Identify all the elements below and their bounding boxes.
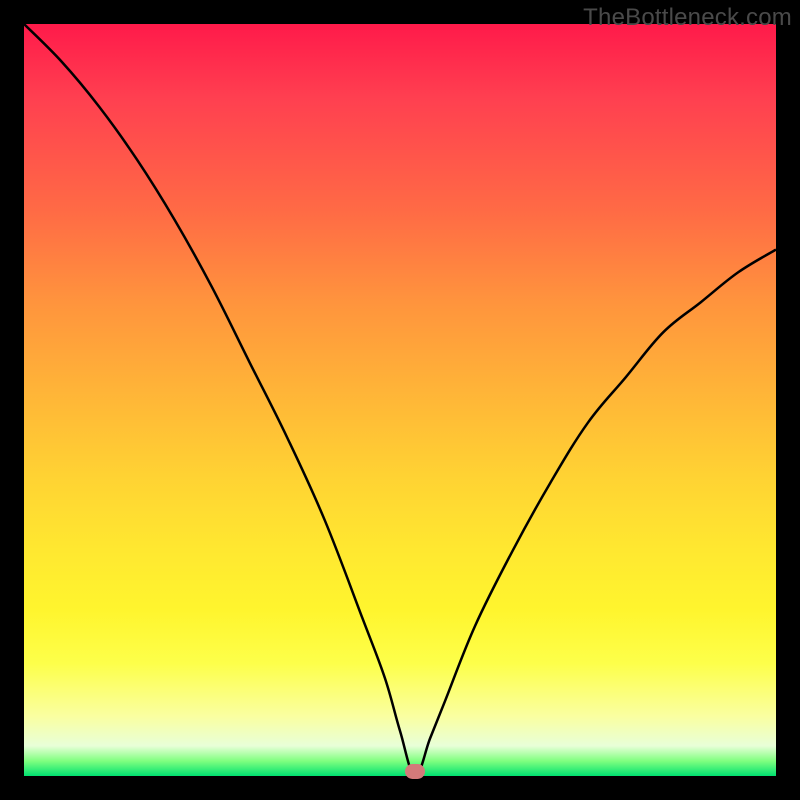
- watermark-text: TheBottleneck.com: [583, 4, 792, 32]
- optimal-point-marker: [405, 764, 425, 779]
- plot-frame: [24, 24, 776, 776]
- gradient-background: [24, 24, 776, 776]
